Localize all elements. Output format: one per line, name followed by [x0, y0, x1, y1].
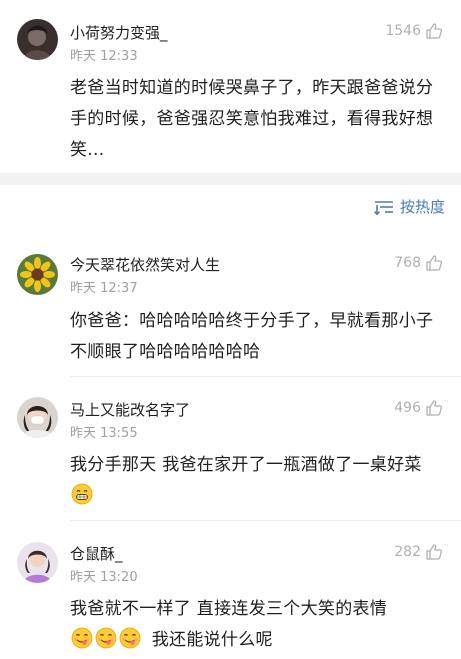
username[interactable]: 小荷努力变强_ [70, 22, 168, 43]
thumbs-up-icon [425, 543, 443, 561]
like-button[interactable]: 496 [394, 399, 443, 417]
thumbs-up-icon [425, 254, 443, 272]
comment-item: 仓鼠酥_ 昨天 13:20 282 我爸就不一样了 直接连发三个大笑的表情 我还… [0, 521, 461, 659]
comment-item: 马上又能改名字了 昨天 13:55 496 我分手那天 我爸在家开了一瓶酒做了一… [0, 377, 461, 520]
avatar-image [17, 254, 58, 295]
like-button[interactable]: 768 [394, 254, 443, 272]
comment-item: 今天翠花依然笑对人生 昨天 12:37 768 你爸爸：哈哈哈哈哈终于分手了，早… [0, 240, 461, 376]
username[interactable]: 仓鼠酥_ [70, 543, 123, 564]
username[interactable]: 马上又能改名字了 [70, 399, 190, 420]
thumbs-up-icon [425, 22, 443, 40]
sort-by-heat-button[interactable]: 按热度 [373, 196, 445, 217]
comment-text: 我爸就不一样了 直接连发三个大笑的表情 我还能说什么呢 [70, 594, 445, 656]
section-divider [0, 173, 461, 185]
timestamp: 昨天 13:20 [70, 570, 138, 585]
username[interactable]: 今天翠花依然笑对人生 [70, 254, 220, 275]
like-count: 282 [394, 544, 421, 560]
sort-label: 按热度 [399, 198, 445, 216]
yum-emoji [95, 627, 117, 649]
like-button[interactable]: 1546 [385, 22, 443, 40]
yum-emoji [119, 627, 141, 649]
avatar-image [17, 397, 58, 438]
timestamp: 昨天 13:55 [70, 426, 138, 441]
comment-text: 老爸当时知道的时候哭鼻子了，昨天跟爸爸说分手的时候，爸爸强忍笑意怕我难过，看得我… [70, 78, 434, 160]
avatar-image [17, 19, 58, 60]
top-comment: 小荷努力变强_ 昨天 12:33 1546 老爸当时知道的时候哭鼻子了，昨天跟爸… [0, 0, 461, 173]
comment-text: 你爸爸：哈哈哈哈哈终于分手了，早就看那小子不顺眼了哈哈哈哈哈哈哈 [70, 311, 434, 362]
avatar[interactable] [17, 397, 58, 438]
comment-text-content: 我分手那天 我爸在家开了一瓶酒做了一桌好菜 [70, 455, 422, 475]
grin-emoji [71, 483, 93, 505]
comment-text-content: 我还能说什么呢 [151, 630, 273, 650]
like-button[interactable]: 282 [394, 543, 443, 561]
comment-text: 我分手那天 我爸在家开了一瓶酒做了一桌好菜 [70, 450, 445, 512]
comment-text-content: 我爸就不一样了 直接连发三个大笑的表情 [70, 599, 388, 619]
avatar-image [17, 542, 58, 583]
yum-emoji [71, 627, 93, 649]
like-count: 496 [394, 400, 421, 416]
avatar[interactable] [17, 19, 58, 60]
timestamp: 昨天 12:33 [70, 49, 138, 64]
sort-icon [373, 199, 394, 215]
avatar[interactable] [17, 542, 58, 583]
like-count: 1546 [385, 23, 421, 39]
like-count: 768 [394, 255, 421, 271]
avatar[interactable] [17, 254, 58, 295]
thumbs-up-icon [425, 399, 443, 417]
timestamp: 昨天 12:37 [70, 281, 138, 296]
